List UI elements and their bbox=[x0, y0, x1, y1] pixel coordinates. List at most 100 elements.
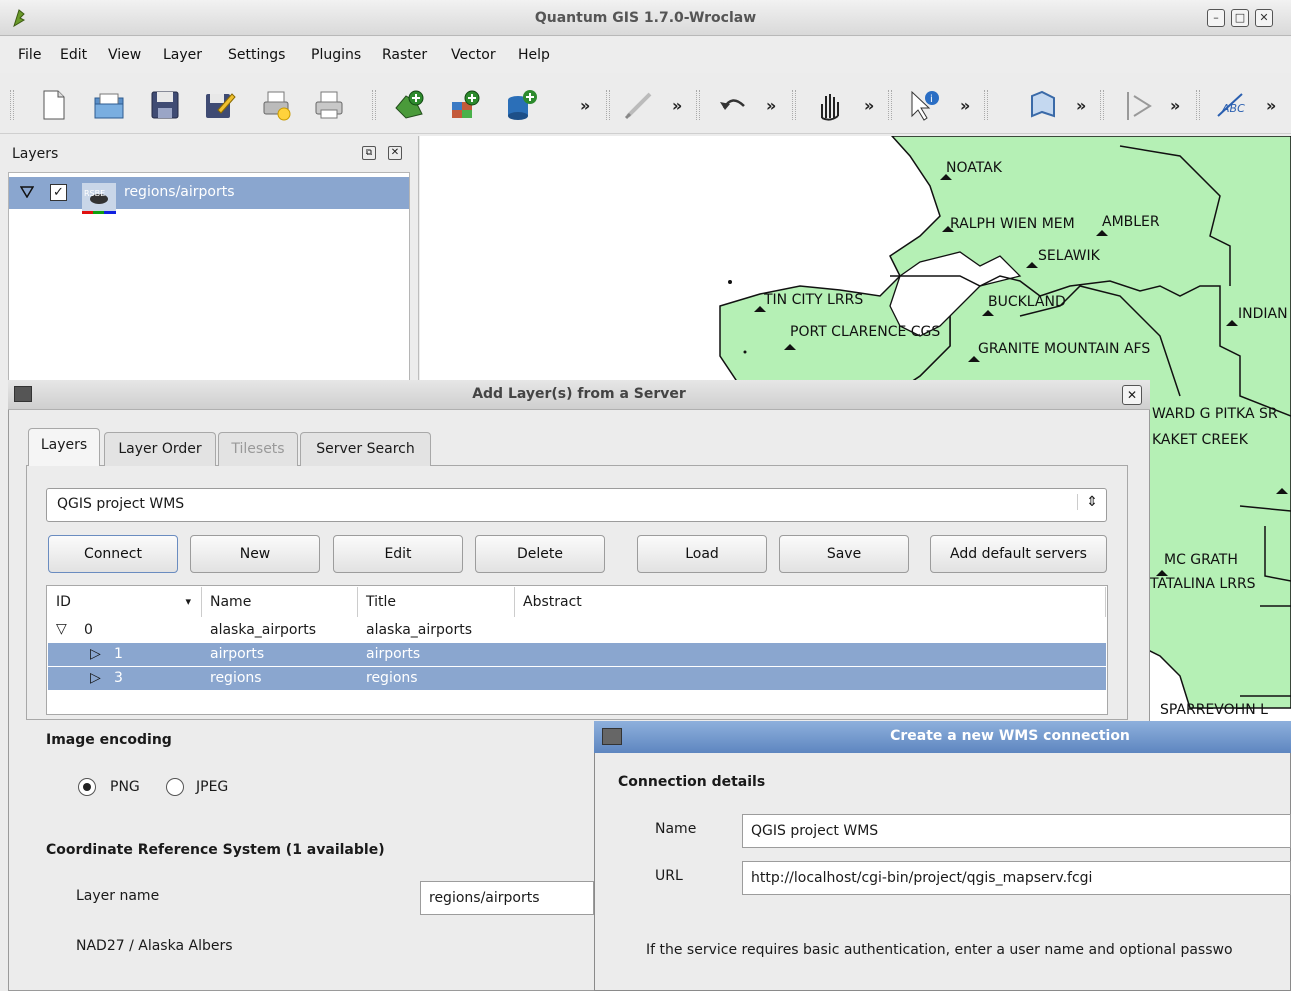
toolbar-separator bbox=[372, 90, 376, 120]
layer-name-input[interactable]: regions/airports bbox=[420, 881, 594, 915]
column-header-name[interactable]: Name bbox=[202, 587, 358, 617]
table-row[interactable]: ▽ 0 alaska_airports alaska_airports bbox=[48, 619, 1106, 642]
add-raster-layer-icon[interactable] bbox=[448, 88, 482, 122]
toolbar-overflow-5[interactable]: » bbox=[960, 96, 970, 115]
row-name: alaska_airports bbox=[210, 622, 316, 638]
map-tips-icon[interactable] bbox=[1026, 88, 1060, 122]
toggle-editing-icon[interactable] bbox=[622, 88, 656, 122]
menu-file[interactable]: File bbox=[18, 47, 41, 63]
tab-layer-order[interactable]: Layer Order bbox=[104, 432, 216, 466]
row-name: airports bbox=[210, 646, 265, 662]
row-title: airports bbox=[366, 646, 421, 662]
toolbar-overflow-8[interactable]: » bbox=[1266, 96, 1276, 115]
expand-triangle-icon[interactable]: ▷ bbox=[90, 667, 101, 690]
menu-edit[interactable]: Edit bbox=[60, 47, 87, 63]
tab-layers[interactable]: Layers bbox=[28, 428, 100, 466]
print-icon[interactable] bbox=[312, 88, 346, 122]
menu-help[interactable]: Help bbox=[518, 47, 550, 63]
menu-view[interactable]: View bbox=[108, 47, 141, 63]
table-row[interactable]: ▷ 3 regions regions bbox=[48, 667, 1106, 690]
connection-url-input[interactable]: http://localhost/cgi-bin/project/qgis_ma… bbox=[742, 861, 1291, 895]
select-arrows-icon: ⇕ bbox=[1077, 494, 1098, 510]
menu-vector[interactable]: Vector bbox=[451, 47, 496, 63]
column-header-id[interactable]: ID ▾ bbox=[48, 587, 202, 617]
server-select[interactable]: QGIS project WMS ⇕ bbox=[46, 488, 1107, 522]
toolbar-overflow-3[interactable]: » bbox=[766, 96, 776, 115]
toolbar-overflow-7[interactable]: » bbox=[1170, 96, 1180, 115]
delete-button[interactable]: Delete bbox=[475, 535, 605, 573]
layers-panel-title: Layers bbox=[12, 146, 59, 162]
layer-name-label: regions/airports bbox=[124, 184, 235, 200]
add-vector-layer-icon[interactable] bbox=[392, 88, 426, 122]
row-title: regions bbox=[366, 670, 418, 686]
menu-layer[interactable]: Layer bbox=[163, 47, 202, 63]
load-button[interactable]: Load bbox=[637, 535, 767, 573]
open-project-icon[interactable] bbox=[92, 88, 126, 122]
identify-features-icon[interactable]: i bbox=[906, 88, 940, 122]
connect-button[interactable]: Connect bbox=[48, 535, 178, 573]
map-label: KAKET CREEK bbox=[1152, 432, 1248, 448]
label-tool-icon[interactable] bbox=[1120, 88, 1154, 122]
menu-settings[interactable]: Settings bbox=[228, 47, 285, 63]
map-label: NOATAK bbox=[946, 160, 1002, 176]
add-layers-dialog-title: Add Layer(s) from a Server bbox=[472, 386, 686, 402]
toolbar-separator bbox=[792, 90, 796, 120]
connection-name-input[interactable]: QGIS project WMS bbox=[742, 814, 1291, 848]
float-panel-icon[interactable]: ⧉ bbox=[362, 146, 376, 160]
toolbar-overflow-1[interactable]: » bbox=[580, 96, 590, 115]
toolbar-overflow-4[interactable]: » bbox=[864, 96, 874, 115]
layer-icon-label: RSBE bbox=[84, 189, 106, 198]
pan-map-icon[interactable] bbox=[812, 88, 846, 122]
undo-icon[interactable] bbox=[716, 88, 750, 122]
new-print-composer-icon[interactable] bbox=[258, 88, 292, 122]
labeling-icon[interactable]: ABC bbox=[1214, 88, 1248, 122]
layer-visibility-checkbox[interactable]: ✓ bbox=[50, 184, 67, 201]
column-header-abstract[interactable]: Abstract bbox=[515, 587, 1106, 617]
edit-button[interactable]: Edit bbox=[333, 535, 463, 573]
map-label: INDIAN bbox=[1238, 306, 1288, 322]
tab-server-search[interactable]: Server Search bbox=[300, 432, 431, 466]
connection-details-title: Connection details bbox=[618, 774, 766, 790]
jpeg-radio[interactable] bbox=[166, 778, 184, 796]
window-title: Quantum GIS 1.7.0-Wroclaw bbox=[534, 10, 757, 26]
map-label: BUCKLAND bbox=[988, 294, 1066, 310]
save-project-icon[interactable] bbox=[148, 88, 182, 122]
server-select-value: QGIS project WMS bbox=[57, 496, 185, 512]
url-label: URL bbox=[655, 868, 683, 884]
expand-triangle-icon[interactable] bbox=[19, 186, 35, 199]
add-default-servers-button[interactable]: Add default servers bbox=[930, 535, 1107, 573]
collapse-triangle-icon[interactable]: ▽ bbox=[56, 618, 67, 641]
toolbar-separator bbox=[696, 90, 700, 120]
toolbar-overflow-6[interactable]: » bbox=[1076, 96, 1086, 115]
menu-plugins[interactable]: Plugins bbox=[311, 47, 361, 63]
toolbar: » » » » i » » » ABC » bbox=[0, 74, 1291, 134]
save-button[interactable]: Save bbox=[779, 535, 909, 573]
new-button[interactable]: New bbox=[190, 535, 320, 573]
table-row[interactable]: ▷ 1 airports airports bbox=[48, 643, 1106, 666]
tab-tilesets[interactable]: Tilesets bbox=[218, 432, 298, 466]
sort-chevron-icon: ▾ bbox=[185, 595, 191, 608]
expand-triangle-icon[interactable]: ▷ bbox=[90, 643, 101, 666]
column-header-title[interactable]: Title bbox=[358, 587, 515, 617]
maximize-button[interactable]: □ bbox=[1231, 9, 1249, 27]
toolbar-overflow-2[interactable]: » bbox=[672, 96, 682, 115]
close-panel-icon[interactable]: ✕ bbox=[388, 146, 402, 160]
save-as-icon[interactable] bbox=[202, 88, 236, 122]
menubar: File Edit View Layer Settings Plugins Ra… bbox=[0, 37, 1291, 73]
row-title: alaska_airports bbox=[366, 622, 472, 638]
radio-dot bbox=[83, 783, 91, 791]
row-id: 3 bbox=[114, 670, 123, 686]
row-id: 1 bbox=[114, 646, 123, 662]
menu-raster[interactable]: Raster bbox=[382, 47, 427, 63]
add-postgis-layer-icon[interactable] bbox=[504, 88, 538, 122]
wms-dialog-title: Create a new WMS connection bbox=[890, 728, 1130, 744]
png-radio[interactable] bbox=[78, 778, 96, 796]
minimize-button[interactable]: – bbox=[1207, 9, 1225, 27]
row-name: regions bbox=[210, 670, 262, 686]
map-label: SPARREVOHN L bbox=[1160, 702, 1268, 718]
dialog-close-button[interactable]: ✕ bbox=[1122, 385, 1142, 405]
close-button[interactable]: ✕ bbox=[1255, 9, 1273, 27]
svg-text:ABC: ABC bbox=[1221, 102, 1245, 115]
toolbar-grip bbox=[10, 90, 14, 120]
new-project-icon[interactable] bbox=[36, 88, 70, 122]
